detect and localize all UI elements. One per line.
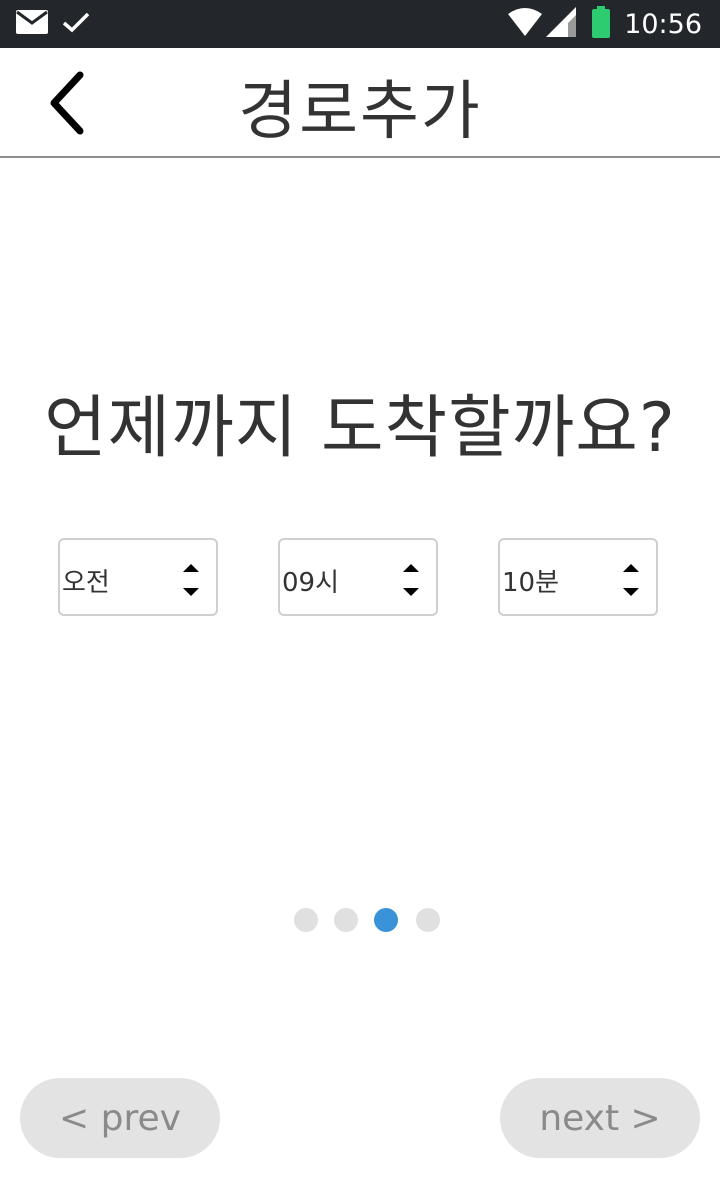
page-dot xyxy=(294,908,318,932)
page-indicator xyxy=(0,908,720,932)
signal-icon xyxy=(546,7,577,41)
battery-icon xyxy=(592,6,611,42)
app-header: 경로추가 xyxy=(0,48,720,158)
page-dot-active xyxy=(374,908,398,932)
minute-select[interactable]: 10분 xyxy=(498,538,658,616)
spinner-arrows-icon xyxy=(180,560,202,600)
hour-select[interactable]: 09시 xyxy=(278,538,438,616)
system-icons: 10:56 xyxy=(508,6,702,42)
hour-select-value: 09시 xyxy=(282,568,340,598)
next-button[interactable]: next > xyxy=(500,1078,700,1158)
page-dot xyxy=(416,908,440,932)
status-bar: 10:56 xyxy=(0,0,720,48)
ampm-select-value: 오전 xyxy=(62,568,110,598)
check-icon xyxy=(62,11,90,37)
spinner-arrows-icon xyxy=(620,560,642,600)
notification-icons xyxy=(16,10,90,38)
page-title: 경로추가 xyxy=(238,75,482,149)
question-heading: 언제까지 도착할까요? xyxy=(44,389,676,468)
page-dot xyxy=(334,908,358,932)
prev-button[interactable]: < prev xyxy=(20,1078,220,1158)
mail-icon xyxy=(16,10,48,38)
minute-select-value: 10분 xyxy=(502,568,560,598)
status-time: 10:56 xyxy=(624,8,702,40)
wifi-icon xyxy=(508,8,543,40)
ampm-select[interactable]: 오전 xyxy=(58,538,218,616)
spinner-arrows-icon xyxy=(400,560,422,600)
